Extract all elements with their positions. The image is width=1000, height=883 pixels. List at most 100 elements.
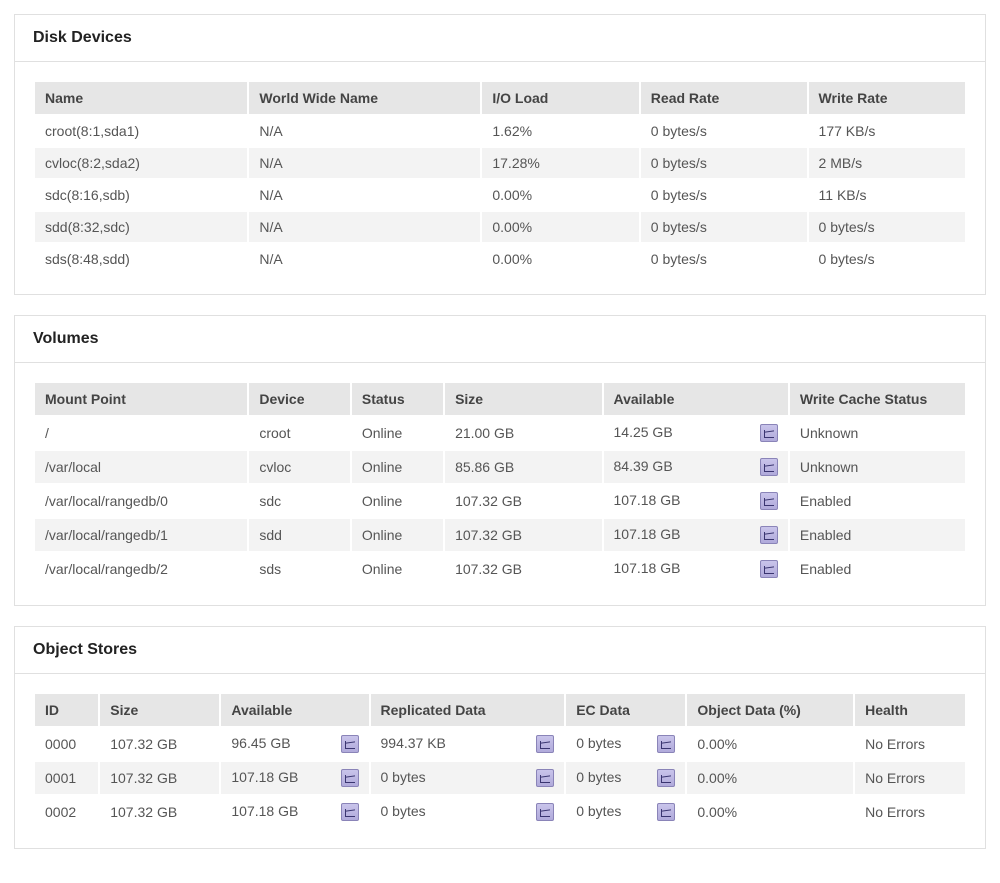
panel-body: ID Size Available Replicated Data EC Dat… [15,674,985,848]
cell-io-load-value: 0.00% [492,187,532,203]
cell-mount-point: / [34,416,248,450]
col-mount-point[interactable]: Mount Point [34,382,248,416]
col-id[interactable]: ID [34,693,99,727]
col-available[interactable]: Available [603,382,789,416]
cell-health-value: No Errors [865,804,925,820]
cell-status: Online [351,484,444,518]
cell-ec-data: 0 bytes [565,727,686,761]
cell-read-rate-value: 0 bytes/s [651,123,707,139]
col-size[interactable]: Size [444,382,602,416]
cell-read-rate: 0 bytes/s [640,211,808,243]
cell-status-value: Online [362,561,402,577]
chart-icon[interactable] [536,735,554,753]
cell-write-cache-value: Enabled [800,527,851,543]
col-available[interactable]: Available [220,693,369,727]
cell-object-data-pct-value: 0.00% [697,770,737,786]
cell-io-load: 0.00% [481,243,639,275]
cell-read-rate-value: 0 bytes/s [651,187,707,203]
cell-health: No Errors [854,727,966,761]
table-row: 0002107.32 GB107.18 GB0 bytes0 bytes0.00… [34,795,966,829]
chart-icon[interactable] [760,492,778,510]
cell-device-value: croot [259,425,290,441]
cell-io-load-value: 0.00% [492,251,532,267]
cell-status-value: Online [362,425,402,441]
cell-device-value: sds [259,561,281,577]
cell-read-rate-value: 0 bytes/s [651,155,707,171]
cell-write-cache-value: Enabled [800,561,851,577]
col-replicated[interactable]: Replicated Data [370,693,566,727]
cell-id: 0002 [34,795,99,829]
disk-devices-table: Name World Wide Name I/O Load Read Rate … [33,80,967,276]
cell-wwn-value: N/A [259,219,282,235]
col-ec-data[interactable]: EC Data [565,693,686,727]
table-row: /var/local/rangedb/1sddOnline107.32 GB10… [34,518,966,552]
cell-replicated: 0 bytes [370,795,566,829]
table-row: /crootOnline21.00 GB14.25 GBUnknown [34,416,966,450]
cell-size-value: 107.32 GB [110,770,177,786]
cell-write-rate-value: 11 KB/s [819,187,867,203]
cell-name-value: cvloc(8:2,sda2) [45,155,140,171]
chart-icon[interactable] [760,458,778,476]
cell-write-cache-value: Unknown [800,425,858,441]
table-header-row: Name World Wide Name I/O Load Read Rate … [34,81,966,115]
cell-object-data-pct: 0.00% [686,761,854,795]
cell-status: Online [351,450,444,484]
panel-header: Object Stores [15,627,985,674]
cell-wwn-value: N/A [259,155,282,171]
col-name[interactable]: Name [34,81,248,115]
cell-replicated: 994.37 KB [370,727,566,761]
col-health[interactable]: Health [854,693,966,727]
col-io-load[interactable]: I/O Load [481,81,639,115]
col-size[interactable]: Size [99,693,220,727]
chart-icon[interactable] [760,560,778,578]
cell-write-cache: Unknown [789,450,966,484]
panel-title: Disk Devices [33,29,132,46]
table-row: cvloc(8:2,sda2)N/A17.28%0 bytes/s2 MB/s [34,147,966,179]
chart-icon[interactable] [760,424,778,442]
chart-icon[interactable] [341,735,359,753]
chart-icon[interactable] [341,803,359,821]
chart-icon[interactable] [341,769,359,787]
cell-health: No Errors [854,795,966,829]
chart-icon[interactable] [760,526,778,544]
col-write-rate[interactable]: Write Rate [808,81,966,115]
cell-replicated: 0 bytes [370,761,566,795]
table-row: /var/localcvlocOnline85.86 GB84.39 GBUnk… [34,450,966,484]
cell-id-value: 0000 [45,736,76,752]
cell-size-value: 107.32 GB [110,736,177,752]
chart-icon[interactable] [657,803,675,821]
cell-ec-data-value: 0 bytes [576,735,621,751]
cell-name-value: sdd(8:32,sdc) [45,219,130,235]
chart-icon[interactable] [536,803,554,821]
cell-io-load-value: 1.62% [492,123,532,139]
chart-icon[interactable] [536,769,554,787]
volumes-panel: Volumes Mount Point Device Status Size A… [14,315,986,606]
col-read-rate[interactable]: Read Rate [640,81,808,115]
cell-wwn: N/A [248,211,481,243]
cell-size: 107.32 GB [99,727,220,761]
cell-id-value: 0001 [45,770,76,786]
col-object-data-pct[interactable]: Object Data (%) [686,693,854,727]
cell-device: croot [248,416,351,450]
col-status[interactable]: Status [351,382,444,416]
chart-icon[interactable] [657,735,675,753]
cell-write-cache: Enabled [789,484,966,518]
cell-write-rate-value: 2 MB/s [819,155,863,171]
cell-wwn-value: N/A [259,251,282,267]
cell-object-data-pct-value: 0.00% [697,804,737,820]
cell-available-value: 107.18 GB [614,560,681,576]
panel-title: Volumes [33,330,99,347]
chart-icon[interactable] [657,769,675,787]
cell-mount-point: /var/local [34,450,248,484]
cell-read-rate: 0 bytes/s [640,147,808,179]
cell-size: 107.32 GB [444,552,602,586]
cell-name-value: sds(8:48,sdd) [45,251,130,267]
cell-name: croot(8:1,sda1) [34,115,248,147]
col-write-cache[interactable]: Write Cache Status [789,382,966,416]
col-device[interactable]: Device [248,382,351,416]
col-wwn[interactable]: World Wide Name [248,81,481,115]
cell-wwn: N/A [248,147,481,179]
cell-size: 21.00 GB [444,416,602,450]
cell-device: sdc [248,484,351,518]
cell-ec-data: 0 bytes [565,761,686,795]
